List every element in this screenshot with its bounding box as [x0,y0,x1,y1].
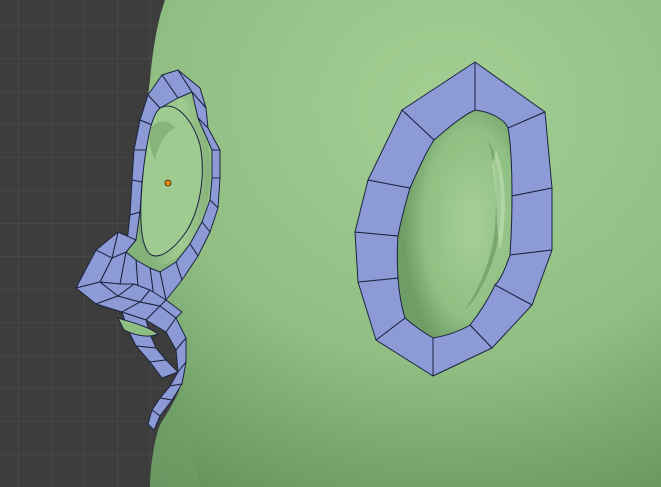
object-origin-dot[interactable] [164,179,172,187]
3d-viewport[interactable] [0,0,661,487]
